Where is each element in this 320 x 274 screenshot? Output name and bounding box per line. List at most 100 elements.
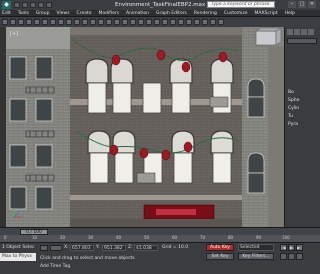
- track-bar[interactable]: 0 10 20 30 40 50 60 70 80 90 100: [0, 235, 320, 242]
- menu-rendering[interactable]: Rendering: [194, 11, 217, 16]
- menu-graph-editors[interactable]: Graph Editors: [156, 11, 187, 16]
- schematic-view-icon[interactable]: [186, 19, 192, 25]
- object-type-item[interactable]: Sphe: [288, 97, 319, 105]
- scale-icon[interactable]: [90, 19, 96, 25]
- motion-tab-icon[interactable]: [308, 29, 314, 35]
- viewcube-icon[interactable]: [255, 27, 282, 46]
- playback-controls: |◀ ▶ ▶|: [280, 244, 303, 251]
- pivot-icon[interactable]: [106, 19, 112, 25]
- move-icon[interactable]: [74, 19, 80, 25]
- window-controls: – □ ✕: [288, 1, 316, 8]
- auto-key-button[interactable]: Auto Key: [206, 244, 234, 251]
- reference-coords-icon[interactable]: [98, 19, 104, 25]
- app-logo-icon[interactable]: ◆: [2, 1, 11, 9]
- set-key-button[interactable]: Set Key: [206, 253, 234, 260]
- menu-customize[interactable]: Customize: [224, 11, 248, 16]
- object-type-item[interactable]: Tu: [288, 113, 319, 121]
- orbit-icon[interactable]: [296, 253, 303, 260]
- track-tick: 90: [256, 235, 262, 240]
- link-icon[interactable]: [18, 19, 24, 25]
- add-time-tag[interactable]: Add Time Tag: [40, 264, 70, 269]
- track-tick: 60: [172, 235, 178, 240]
- menu-bar: Edit Tools Group Views Create Modifiers …: [0, 10, 320, 17]
- spinner-snap-icon[interactable]: [138, 19, 144, 25]
- object-type-rollout: Bo Sphe Cylin Tu Pyra: [288, 89, 319, 149]
- modify-tab-icon[interactable]: [294, 29, 300, 35]
- grid-size-label: Grid = 10.0: [162, 245, 189, 250]
- toolbar-icons: [2, 19, 224, 25]
- redo-tool-icon[interactable]: [10, 19, 16, 25]
- named-selection-icon[interactable]: [146, 19, 152, 25]
- z-coordinate-field[interactable]: 41.038: [134, 245, 158, 251]
- material-editor-icon[interactable]: [194, 19, 200, 25]
- pan-icon[interactable]: [288, 253, 295, 260]
- menu-modifiers[interactable]: Modifiers: [99, 11, 120, 16]
- track-tick: 0: [4, 235, 7, 240]
- object-type-item[interactable]: Cylin: [288, 105, 319, 113]
- zoom-icon[interactable]: [280, 253, 287, 260]
- menu-views[interactable]: Views: [57, 11, 70, 16]
- go-to-end-icon[interactable]: ▶|: [296, 244, 303, 251]
- select-icon[interactable]: [42, 19, 48, 25]
- rotate-icon[interactable]: [82, 19, 88, 25]
- snap-icon[interactable]: [114, 19, 120, 25]
- absolute-mode-icon[interactable]: [50, 245, 62, 251]
- create-tab-icon[interactable]: [287, 29, 293, 35]
- minimize-button[interactable]: –: [288, 1, 296, 8]
- align-icon[interactable]: [162, 19, 168, 25]
- menu-tools[interactable]: Tools: [18, 11, 29, 16]
- y-coordinate-field[interactable]: 951.382: [102, 245, 126, 251]
- menu-maxscript[interactable]: MAXScript: [255, 11, 278, 16]
- window-title: Environment_TaskFinalEBP2.max: [115, 2, 206, 8]
- maximize-button[interactable]: □: [298, 1, 306, 8]
- undo-icon[interactable]: [38, 2, 44, 8]
- percent-snap-icon[interactable]: [130, 19, 136, 25]
- undo-tool-icon[interactable]: [2, 19, 8, 25]
- perspective-viewport[interactable]: [+]: [6, 27, 284, 227]
- unlink-icon[interactable]: [26, 19, 32, 25]
- menu-group[interactable]: Group: [36, 11, 50, 16]
- layer-icon[interactable]: [170, 19, 176, 25]
- menu-create[interactable]: Create: [77, 11, 92, 16]
- save-file-icon[interactable]: [30, 2, 36, 8]
- track-tick: 50: [144, 235, 150, 240]
- render-frame-icon[interactable]: [210, 19, 216, 25]
- open-file-icon[interactable]: [22, 2, 28, 8]
- menu-help[interactable]: Help: [285, 11, 295, 16]
- window-crossing-icon[interactable]: [66, 19, 72, 25]
- viewport-label[interactable]: [+]: [10, 31, 18, 37]
- track-tick: 40: [116, 235, 122, 240]
- x-coordinate-field[interactable]: 657.803: [70, 245, 94, 251]
- menu-animation[interactable]: Animation: [126, 11, 149, 16]
- status-prompt: Click and drag to select and move object…: [40, 256, 135, 261]
- go-to-start-icon[interactable]: |◀: [280, 244, 287, 251]
- angle-snap-icon[interactable]: [122, 19, 128, 25]
- track-tick: 30: [88, 235, 94, 240]
- redo-icon[interactable]: [46, 2, 52, 8]
- track-tick: 100: [282, 235, 290, 240]
- play-icon[interactable]: ▶: [288, 244, 295, 251]
- hierarchy-tab-icon[interactable]: [301, 29, 307, 35]
- object-type-item[interactable]: Bo: [288, 89, 319, 97]
- key-filters-button[interactable]: Key Filters...: [238, 253, 274, 260]
- close-button[interactable]: ✕: [308, 1, 316, 8]
- curve-editor-icon[interactable]: [178, 19, 184, 25]
- lock-selection-icon[interactable]: [40, 245, 48, 251]
- render-icon[interactable]: [218, 19, 224, 25]
- menu-edit[interactable]: Edit: [2, 11, 11, 16]
- track-tick: 20: [60, 235, 66, 240]
- command-panel-tabs: [287, 29, 314, 35]
- selection-set-dropdown[interactable]: Selected: [238, 244, 274, 251]
- new-file-icon[interactable]: [14, 2, 20, 8]
- search-input[interactable]: Type a keyword or phrase: [207, 1, 275, 8]
- rect-select-icon[interactable]: [58, 19, 64, 25]
- mirror-icon[interactable]: [154, 19, 160, 25]
- render-setup-icon[interactable]: [202, 19, 208, 25]
- object-category-dropdown[interactable]: [287, 38, 317, 44]
- maxscript-listener[interactable]: Max to Physx: [0, 253, 36, 261]
- selection-count: 1 Object Selec: [2, 245, 35, 250]
- object-type-item[interactable]: Pyra: [288, 121, 319, 129]
- track-tick: 80: [228, 235, 234, 240]
- bind-icon[interactable]: [34, 19, 40, 25]
- select-by-name-icon[interactable]: [50, 19, 56, 25]
